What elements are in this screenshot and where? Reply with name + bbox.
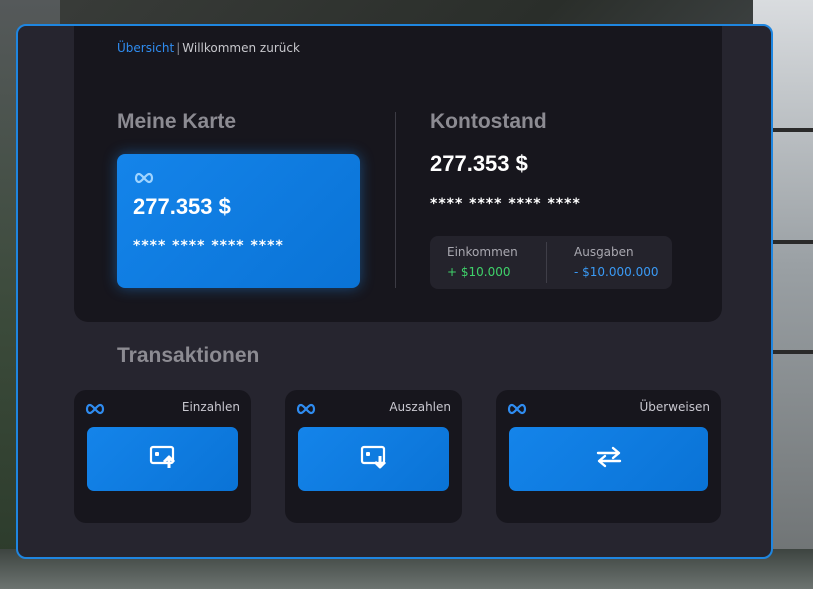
- balance-amount: 277.353 $: [430, 151, 528, 176]
- bank-window: Übersicht | Willkommen zurück Meine Karte …: [16, 24, 773, 559]
- card-number: **** **** **** ****: [133, 238, 284, 254]
- deposit-icon: [149, 445, 177, 473]
- income-stat: Einkommen + $10.000: [447, 245, 518, 279]
- overview-panel: Übersicht | Willkommen zurück Meine Karte …: [74, 26, 722, 322]
- breadcrumb-overview-link[interactable]: Übersicht: [117, 41, 174, 55]
- transfer-button[interactable]: [509, 427, 708, 491]
- bank-card: 277.353 $ **** **** **** ****: [117, 154, 360, 288]
- transfer-icon: [594, 446, 624, 472]
- infinity-icon: [506, 400, 528, 419]
- infinity-icon: [295, 400, 317, 419]
- withdraw-button[interactable]: [298, 427, 449, 491]
- income-label: Einkommen: [447, 245, 518, 259]
- withdraw-icon: [360, 445, 388, 473]
- infinity-icon: [84, 400, 106, 419]
- transaction-card-withdraw: Auszahlen: [285, 390, 462, 523]
- stats-divider: [546, 242, 547, 283]
- deposit-label: Einzahlen: [181, 400, 240, 414]
- background-shelf: [773, 128, 813, 132]
- balance-stats: Einkommen + $10.000 Ausgaben - $10.000.0…: [430, 236, 672, 289]
- expense-value: - $10.000.000: [574, 265, 659, 279]
- income-value: + $10.000: [447, 265, 511, 279]
- my-card-title: Meine Karte: [117, 110, 237, 133]
- infinity-icon: [133, 169, 155, 188]
- breadcrumb-separator: |: [176, 41, 181, 55]
- expense-label: Ausgaben: [574, 245, 634, 259]
- expense-stat: Ausgaben - $10.000.000: [574, 245, 659, 279]
- background-shelf: [773, 240, 813, 244]
- transaction-card-transfer: Überweisen: [496, 390, 721, 523]
- balance-title: Kontostand: [430, 110, 547, 133]
- background-shelf: [773, 350, 813, 354]
- deposit-button[interactable]: [87, 427, 238, 491]
- panel-divider: [395, 112, 396, 288]
- balance-card-number: **** **** **** ****: [430, 196, 581, 212]
- withdraw-label: Auszahlen: [389, 400, 451, 414]
- transaction-card-deposit: Einzahlen: [74, 390, 251, 523]
- card-amount: 277.353 $: [133, 194, 231, 219]
- breadcrumb-welcome-text: Willkommen zurück: [182, 41, 300, 55]
- transfer-label: Überweisen: [639, 400, 711, 414]
- breadcrumb: Übersicht | Willkommen zurück: [117, 41, 300, 55]
- transactions-title: Transaktionen: [117, 344, 260, 367]
